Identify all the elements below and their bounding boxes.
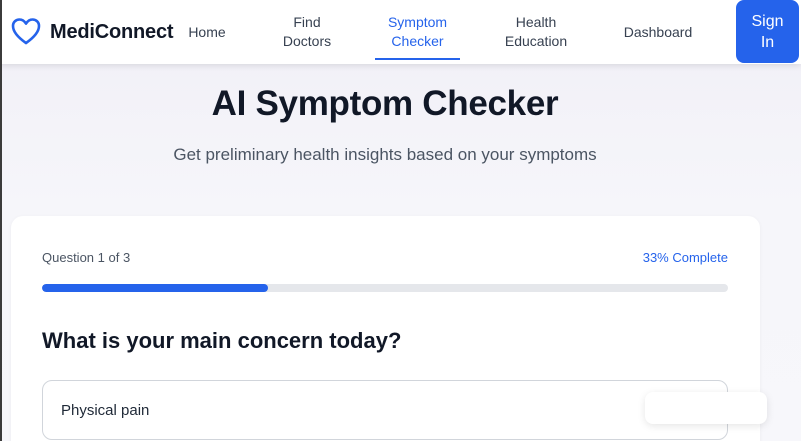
question-text: What is your main concern today? — [42, 328, 402, 353]
nav-dashboard-label: Dashboard — [623, 24, 693, 40]
page-subtitle: Get preliminary health insights based on… — [173, 145, 597, 164]
sign-in-label-line1: Sign — [751, 13, 784, 30]
progress-bar — [42, 284, 728, 292]
progress-percent-label: 33% Complete — [642, 250, 728, 265]
brand-logo[interactable]: MediConnect — [10, 16, 174, 48]
nav-health-education-label-line1: Health — [515, 14, 557, 30]
nav-health-education-label-line2: Education — [504, 33, 568, 49]
nav-find-doctors[interactable]: Find Doctors — [276, 13, 338, 51]
nav-dashboard[interactable]: Dashboard — [619, 23, 697, 42]
window-edge — [0, 0, 2, 441]
nav-symptom-checker-label-line2: Checker — [391, 33, 444, 49]
top-navbar: MediConnect Home Find Doctors Symptom Ch… — [0, 0, 801, 64]
page-title: AI Symptom Checker — [211, 84, 559, 123]
progress-bar-fill — [42, 284, 269, 292]
nav-home[interactable]: Home — [187, 23, 227, 42]
sign-in-button[interactable]: Sign In — [736, 0, 799, 63]
question-counter: Question 1 of 3 — [42, 250, 131, 265]
active-nav-indicator — [375, 58, 460, 60]
sign-in-label-line2: In — [760, 34, 775, 51]
answer-option-physical-pain[interactable]: Physical pain — [42, 380, 728, 440]
brand-name: MediConnect — [50, 20, 174, 43]
nav-home-label: Home — [188, 24, 226, 40]
answer-option-label: Physical pain — [61, 402, 150, 419]
nav-symptom-checker-label-line1: Symptom — [387, 14, 448, 30]
nav-symptom-checker[interactable]: Symptom Checker — [375, 13, 460, 51]
heart-icon — [11, 18, 41, 45]
nav-health-education[interactable]: Health Education — [498, 13, 574, 51]
floating-widget[interactable] — [645, 392, 767, 424]
nav-find-doctors-label-line2: Doctors — [282, 33, 332, 49]
nav-find-doctors-label-line1: Find — [293, 14, 321, 30]
